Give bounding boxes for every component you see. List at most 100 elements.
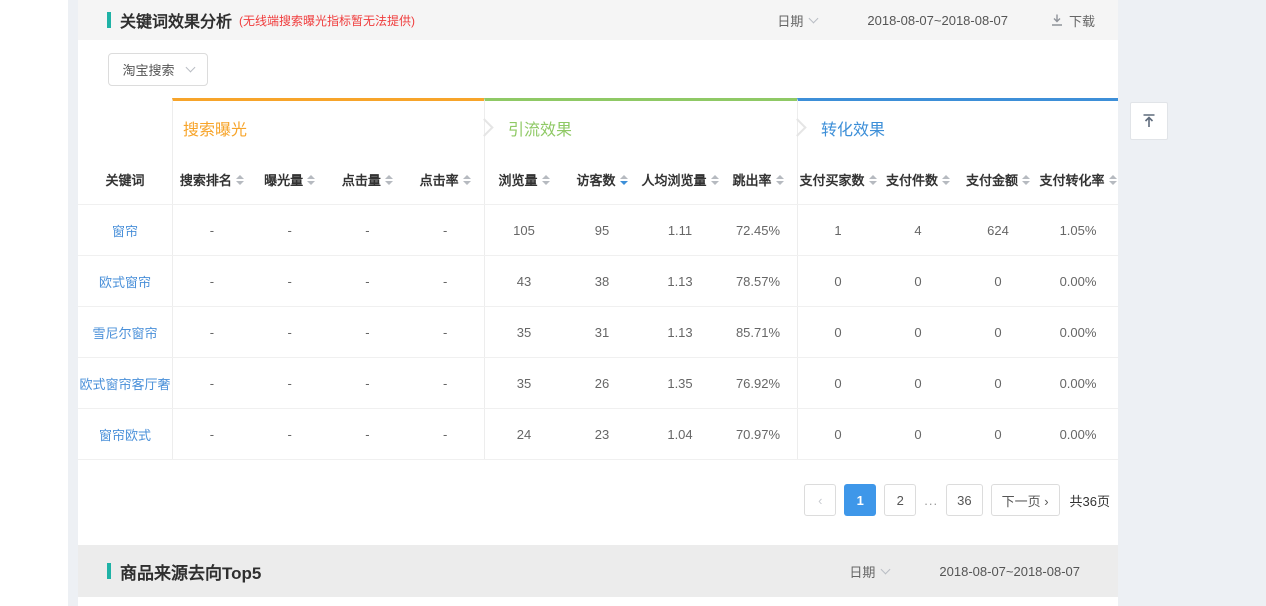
sort-icon[interactable] (385, 175, 393, 185)
table-cell: 1.11 (641, 205, 719, 255)
table-cell: - (251, 409, 329, 459)
table-cell: 0.00% (1038, 256, 1118, 306)
column-header-label: 点击率 (420, 170, 459, 189)
pagination-next-button[interactable]: 下一页 › (991, 484, 1060, 516)
sort-icon[interactable] (236, 175, 244, 185)
table-cell: 23 (563, 409, 641, 459)
column-header[interactable]: 点击率 (406, 155, 484, 204)
sort-icon[interactable] (542, 175, 550, 185)
column-header[interactable]: 曝光量 (251, 155, 329, 204)
row-group-traffic-effect: 24231.0470.97% (484, 409, 797, 459)
pagination-page-button[interactable]: 1 (844, 484, 876, 516)
sort-icon[interactable] (869, 175, 877, 185)
table-cell: 72.45% (719, 205, 797, 255)
pagination-page-button[interactable]: 2 (884, 484, 916, 516)
table-cell: 1.04 (641, 409, 719, 459)
channel-select[interactable]: 淘宝搜索 (108, 53, 208, 86)
keyword-link[interactable]: 欧式窗帘 (99, 272, 151, 291)
back-to-top-button[interactable] (1130, 102, 1168, 140)
section-header-product-source: 商品来源去向Top5 日期 2018-08-07~2018-08-07 (78, 545, 1118, 597)
keyword-link[interactable]: 窗帘 (112, 221, 138, 240)
table-cell: 70.97% (719, 409, 797, 459)
table-cell: 0 (878, 358, 958, 408)
download-button[interactable]: 下载 (1050, 11, 1095, 30)
table-cell: - (406, 409, 484, 459)
title-note: (无线端搜索曝光指标暂无法提供) (239, 12, 415, 29)
column-header[interactable]: 支付转化率 (1038, 155, 1118, 204)
column-header-label: 人均浏览量 (641, 170, 706, 189)
date-filter-dropdown[interactable]: 日期 (777, 11, 817, 30)
keyword-cell: 窗帘 (78, 205, 172, 255)
column-group-headers-search-exposure: 搜索排名曝光量 点击量 点击率 (172, 155, 484, 204)
group-header-spacer (78, 98, 172, 155)
column-group-headers-conversion-effect: 支付买家数支付件数支付金额支付转化率 (797, 155, 1118, 204)
pagination-ellipsis: ... (924, 493, 938, 508)
table-cell: 0 (958, 409, 1038, 459)
table-cell: 38 (563, 256, 641, 306)
keyword-link[interactable]: 窗帘欧式 (99, 425, 151, 444)
table-cell: 0 (798, 307, 878, 357)
table-cell: - (406, 307, 484, 357)
table-cell: 0 (878, 256, 958, 306)
column-header[interactable]: 浏览量 (485, 155, 563, 204)
sort-icon[interactable] (776, 175, 784, 185)
table-cell: 0 (798, 256, 878, 306)
row-group-conversion-effect: 0000.00% (797, 307, 1118, 357)
row-group-conversion-effect: 0000.00% (797, 409, 1118, 459)
table-cell: - (329, 307, 407, 357)
column-header[interactable]: 人均浏览量 (641, 155, 719, 204)
column-header-label: 跳出率 (732, 170, 771, 189)
table-cell: 105 (485, 205, 563, 255)
sort-icon[interactable] (1022, 175, 1030, 185)
sort-icon[interactable] (463, 175, 471, 185)
keyword-link[interactable]: 欧式窗帘客厅奢 (79, 374, 170, 393)
section-header-keyword-analysis: 关键词效果分析 (无线端搜索曝光指标暂无法提供) 日期 2018-08-07~2… (78, 0, 1118, 40)
page: 关键词效果分析 (无线端搜索曝光指标暂无法提供) 日期 2018-08-07~2… (0, 0, 1266, 606)
table-cell: 76.92% (719, 358, 797, 408)
column-header[interactable]: 访客数 (563, 155, 641, 204)
keyword-cell: 欧式窗帘客厅奢 (78, 358, 172, 408)
column-header-label: 点击量 (342, 170, 381, 189)
table-row: 雪尼尔窗帘----35311.1385.71%0000.00% (78, 307, 1118, 358)
table-cell: - (251, 307, 329, 357)
table-group-header-row: 搜索曝光引流效果转化效果 (78, 98, 1118, 155)
pagination-page-button[interactable]: 36 (946, 484, 982, 516)
pagination-prev-button[interactable]: ‹ (804, 484, 836, 516)
sort-icon[interactable] (307, 175, 315, 185)
sort-icon[interactable] (711, 175, 719, 185)
accent-bar (107, 12, 111, 28)
table-cell: 1.13 (641, 256, 719, 306)
channel-select-value: 淘宝搜索 (122, 60, 174, 79)
sort-icon[interactable] (1109, 175, 1117, 185)
chevron-down-icon (809, 13, 819, 23)
table-cell: - (173, 307, 251, 357)
table-cell: 1.35 (641, 358, 719, 408)
page-title: 关键词效果分析 (120, 8, 232, 32)
column-header[interactable]: 点击量 (329, 155, 407, 204)
row-group-traffic-effect: 35261.3576.92% (484, 358, 797, 408)
sort-icon[interactable] (942, 175, 950, 185)
column-header[interactable]: 搜索排名 (173, 155, 251, 204)
column-header[interactable]: 支付件数 (878, 155, 958, 204)
column-header[interactable]: 支付买家数 (798, 155, 878, 204)
table-cell: - (173, 409, 251, 459)
pagination-total: 共36页 (1070, 491, 1110, 510)
chevron-down-icon (881, 564, 891, 574)
date-filter-label: 日期 (777, 11, 803, 30)
table-row: 欧式窗帘----43381.1378.57%0000.00% (78, 256, 1118, 307)
row-group-search-exposure: ---- (172, 409, 484, 459)
bottom-date-filter-dropdown[interactable]: 日期 (849, 562, 889, 581)
table-cell: - (329, 205, 407, 255)
column-header-label: 曝光量 (264, 170, 303, 189)
table-cell: 26 (563, 358, 641, 408)
column-group-traffic-effect: 引流效果 (484, 98, 797, 155)
table-cell: - (173, 358, 251, 408)
filter-band: 淘宝搜索 (78, 40, 1118, 98)
sort-icon[interactable] (620, 175, 628, 185)
keyword-link[interactable]: 雪尼尔窗帘 (92, 323, 157, 342)
column-header[interactable]: 跳出率 (719, 155, 797, 204)
column-header[interactable]: 支付金额 (958, 155, 1038, 204)
table-cell: 78.57% (719, 256, 797, 306)
table-cell: - (406, 358, 484, 408)
table-cell: 95 (563, 205, 641, 255)
